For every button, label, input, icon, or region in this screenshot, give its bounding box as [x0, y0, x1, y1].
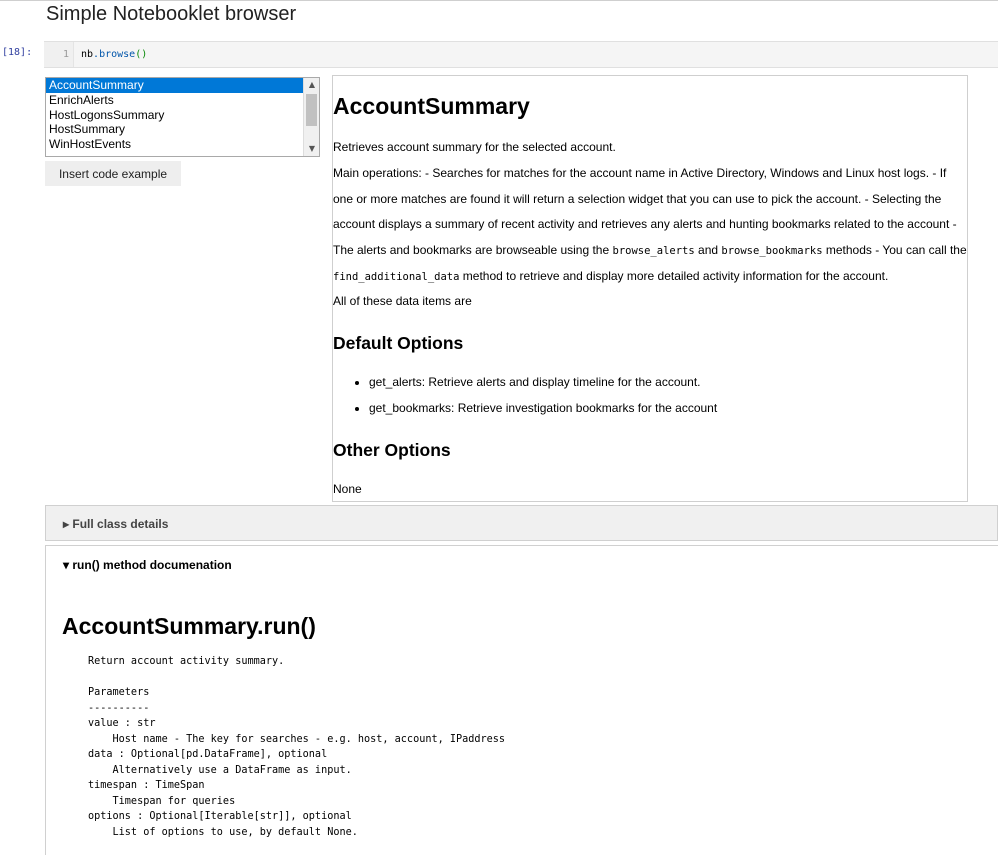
- docstring-line: [88, 670, 505, 686]
- run-doc-toggle[interactable]: ▾ run() method documenation: [63, 558, 232, 572]
- notebooklet-option[interactable]: EnrichAlerts: [46, 93, 304, 108]
- doc-title: AccountSummary: [333, 93, 530, 119]
- notebooklet-option[interactable]: HostLogonsSummary: [46, 108, 304, 123]
- other-options-value: None: [333, 482, 362, 496]
- notebooklet-option[interactable]: WinHostEvents: [46, 137, 304, 152]
- line-gutter: 1: [44, 42, 74, 67]
- docstring-line: Host name - The key for searches - e.g. …: [88, 733, 506, 745]
- docstring-line: Alternatively use a DataFrame as input.: [88, 764, 352, 776]
- main-ops-text: methods - You can call the: [822, 242, 967, 257]
- scroll-down-arrow-icon[interactable]: ▼: [304, 142, 319, 156]
- doc-main-operations: Main operations: - Searches for matches …: [333, 161, 967, 291]
- notebooklet-options: AccountSummary EnrichAlerts HostLogonsSumm…: [46, 78, 319, 152]
- top-divider: [0, 0, 998, 1]
- code-parens: (): [135, 49, 148, 60]
- list-scrollbar[interactable]: ▲ ▼: [303, 78, 319, 156]
- doc-description: Retrieves account summary for the select…: [333, 140, 616, 154]
- insert-code-example-button[interactable]: Insert code example: [45, 161, 181, 186]
- docstring-line: data : Optional[pd.DataFrame], optional: [88, 749, 328, 760]
- code-browse-bookmarks: browse_bookmarks: [721, 244, 823, 257]
- docstring-line: value : str: [88, 718, 156, 729]
- main-ops-text: method to retrieve and display more deta…: [459, 269, 889, 284]
- docstring-line: Timespan for queries: [88, 795, 236, 807]
- full-class-details-toggle[interactable]: ▸ Full class details: [45, 505, 998, 541]
- docstring-line: Return account activity summary.: [88, 656, 285, 667]
- code-object: nb: [81, 49, 94, 60]
- run-doc-label: run() method documenation: [72, 558, 232, 572]
- code-find-additional-data: find_additional_data: [333, 271, 460, 284]
- scroll-thumb[interactable]: [306, 94, 317, 126]
- main-ops-text: and: [694, 242, 722, 257]
- cell-prompt: [18]:: [2, 47, 33, 58]
- run-docstring: Return account activity summary. Paramete…: [88, 654, 505, 840]
- notebooklet-select-list[interactable]: AccountSummary EnrichAlerts HostLogonsSumm…: [45, 77, 320, 157]
- default-options-list: get_alerts: Retrieve alerts and display …: [333, 370, 717, 421]
- scroll-up-arrow-icon[interactable]: ▲: [304, 78, 319, 92]
- code-line[interactable]: nb.browse(): [81, 49, 147, 60]
- caret-down-icon: ▾: [63, 558, 70, 572]
- docstring-line: ----------: [88, 702, 150, 714]
- default-options-heading: Default Options: [333, 333, 464, 353]
- docstring-line: List of options to use, by default None.: [88, 826, 358, 838]
- notebooklet-option[interactable]: HostSummary: [46, 122, 304, 137]
- full-class-details-label: ▸ Full class details: [63, 517, 168, 531]
- code-cell[interactable]: 1 nb.browse(): [44, 41, 998, 68]
- other-options-heading: Other Options: [333, 440, 451, 460]
- run-doc-title: AccountSummary.run(): [62, 613, 316, 639]
- run-method-doc-section: ▾ run() method documenation AccountSumma…: [45, 545, 998, 855]
- notebooklet-doc-pane: AccountSummary Retrieves account summary…: [332, 75, 968, 502]
- docstring-line: Parameters: [88, 687, 150, 698]
- details-label-text: Full class details: [72, 517, 169, 531]
- line-number: 1: [62, 49, 69, 60]
- caret-right-icon: ▸: [63, 517, 70, 531]
- doc-data-items-note: All of these data items are: [333, 294, 472, 308]
- notebooklet-option[interactable]: AccountSummary: [46, 78, 304, 93]
- list-item: get_bookmarks: Retrieve investigation bo…: [369, 396, 717, 422]
- page-title: Simple Notebooklet browser: [46, 3, 297, 25]
- list-item: get_alerts: Retrieve alerts and display …: [369, 370, 717, 396]
- code-method: .browse: [93, 49, 136, 60]
- docstring-line: options : Optional[Iterable[str]], optio…: [88, 811, 352, 822]
- code-browse-alerts: browse_alerts: [612, 244, 695, 257]
- docstring-line: timespan : TimeSpan: [88, 780, 205, 791]
